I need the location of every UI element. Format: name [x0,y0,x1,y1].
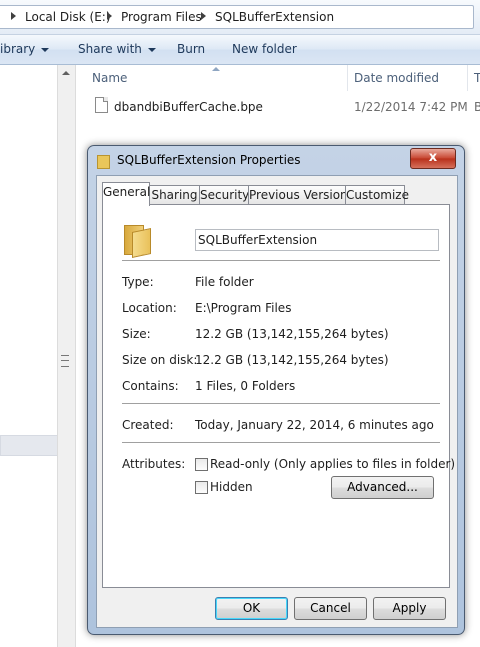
dialog-body: General Sharing Security Previous Versio… [96,175,458,628]
created-value: Today, January 22, 2014, 6 minutes ago [195,418,434,432]
chevron-right-icon[interactable] [107,12,112,20]
close-button[interactable]: x [410,148,456,169]
folder-name-field[interactable]: SQLBufferExtension [195,229,439,251]
folder-icon [97,155,110,169]
location-value: E:\Program Files [195,301,292,315]
hidden-checkbox[interactable] [195,481,208,494]
attributes-label: Attributes: [122,457,186,471]
file-type: B [474,100,480,114]
chevron-right-icon[interactable] [201,12,206,20]
created-label: Created: [122,418,174,432]
size-label: Size: [122,327,151,341]
chevron-down-icon [147,47,156,52]
file-icon [95,97,108,113]
location-label: Location: [122,301,177,315]
column-header-date-modified[interactable]: Date modified [354,71,439,85]
dialog-title: SQLBufferExtension Properties [117,153,301,167]
readonly-label[interactable]: Read-only (Only applies to files in fold… [210,457,455,471]
file-date-modified: 1/22/2014 7:42 PM [354,100,468,114]
tab-security[interactable]: Security [199,185,249,205]
ok-button[interactable]: OK [215,597,288,620]
size-on-disk-value: 12.2 GB (13,142,155,264 bytes) [195,353,389,367]
column-header-name[interactable]: Name [92,71,127,85]
tab-sharing[interactable]: Sharing [149,185,200,205]
tab-customize[interactable]: Customize [345,185,409,205]
column-divider[interactable] [467,65,468,91]
size-value: 12.2 GB (13,142,155,264 bytes) [195,327,389,341]
type-label: Type: [122,275,154,289]
apply-button[interactable]: Apply [373,597,446,620]
scroll-up-icon[interactable] [62,71,70,75]
breadcrumb-sqlbufferextension[interactable]: SQLBufferExtension [215,10,334,24]
contains-value: 1 Files, 0 Folders [195,379,296,393]
folder-icon [124,225,151,259]
size-on-disk-label: Size on disk: [122,353,198,367]
column-divider[interactable] [347,65,348,91]
breadcrumb-program-files[interactable]: Program Files [121,10,202,24]
cancel-button[interactable]: Cancel [294,597,367,620]
file-name[interactable]: dbandbiBufferCache.bpe [114,100,263,114]
chevron-right-icon[interactable] [11,12,16,20]
navigation-pane[interactable] [0,65,58,647]
share-with-button[interactable]: Share with [78,42,156,56]
breadcrumb-local-disk[interactable]: Local Disk (E:) [25,10,111,24]
tab-previous-versions[interactable]: Previous Versions [248,185,354,205]
sort-ascending-icon [212,67,220,71]
navigation-selected-item[interactable] [0,435,58,456]
navigation-scrollbar[interactable] [57,65,76,647]
readonly-checkbox[interactable] [195,458,208,471]
contains-label: Contains: [122,379,179,393]
general-panel: SQLBufferExtension Type: File folder Loc… [102,204,455,588]
type-value: File folder [195,275,254,289]
properties-dialog: SQLBufferExtension Properties x General … [87,145,465,635]
advanced-button[interactable]: Advanced... [331,476,434,499]
address-bar: Local Disk (E:) Program Files SQLBufferE… [0,0,480,35]
burn-button[interactable]: Burn [177,42,205,56]
divider [122,260,440,262]
divider [122,442,440,444]
breadcrumb[interactable]: Local Disk (E:) Program Files SQLBufferE… [0,5,474,29]
hidden-label[interactable]: Hidden [210,480,253,494]
column-header-type[interactable]: T [474,71,480,85]
tab-general[interactable]: General [102,182,150,206]
divider [122,403,440,405]
library-button[interactable]: ibrary [0,42,50,56]
command-toolbar: ibrary Share with Burn New folder [0,35,480,65]
chevron-down-icon [41,47,50,52]
new-folder-button[interactable]: New folder [232,42,297,56]
scroll-grip-icon[interactable] [61,355,69,367]
close-icon: x [428,150,438,165]
